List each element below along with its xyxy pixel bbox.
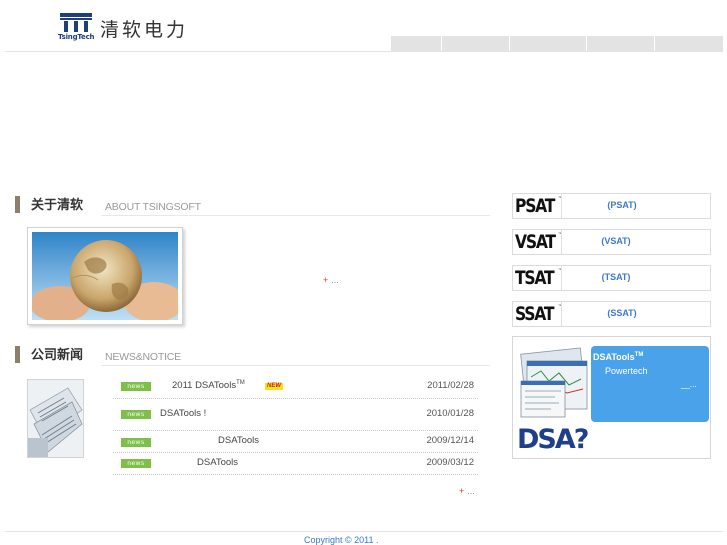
section-marker bbox=[15, 346, 20, 363]
news-title: DSATools bbox=[218, 435, 260, 446]
more-text: ... bbox=[331, 275, 339, 285]
new-badge-icon: NEW bbox=[265, 383, 283, 390]
product-vsat-link[interactable]: VSAT ™ (VSAT) bbox=[512, 229, 711, 255]
section-marker bbox=[15, 196, 20, 213]
psat-logo: PSAT bbox=[515, 195, 555, 217]
product-psat-link[interactable]: PSAT ™ (PSAT) bbox=[512, 193, 711, 219]
news-title: DSATools ! bbox=[160, 408, 207, 419]
plus-icon: + bbox=[459, 486, 465, 496]
nav-item-2[interactable] bbox=[441, 36, 509, 52]
product-label: (SSAT) bbox=[607, 308, 637, 318]
main-nav bbox=[390, 36, 723, 52]
product-tsat-link[interactable]: TSAT ™ (TSAT) bbox=[512, 265, 711, 291]
about-section-header: 关于清软 ABOUT TSINGSOFT bbox=[15, 194, 490, 218]
company-name: 清软电力 bbox=[100, 19, 189, 41]
about-heading-en: ABOUT TSINGSOFT bbox=[105, 201, 201, 213]
news-more-link[interactable]: +... bbox=[459, 486, 475, 496]
dsa-subtitle: Powertech bbox=[605, 366, 648, 376]
news-item[interactable]: news DSATools 2009/12/14 bbox=[113, 431, 478, 453]
news-title: 2011 DSAToolsTM bbox=[172, 380, 245, 392]
news-item[interactable]: news DSATools 2009/03/12 bbox=[113, 453, 478, 475]
news-date: 2010/01/28 bbox=[426, 408, 474, 419]
dsatools-promo-banner[interactable]: DSA? DSAToolsTM Powertech __... bbox=[512, 336, 711, 459]
news-badge: news bbox=[121, 438, 151, 447]
dsa-more-link[interactable]: __... bbox=[681, 380, 697, 389]
header-divider bbox=[5, 51, 723, 52]
news-newspaper-image bbox=[27, 379, 84, 458]
footer-divider bbox=[5, 531, 723, 532]
news-badge: news bbox=[121, 410, 151, 419]
news-date: 2009/03/12 bbox=[426, 457, 474, 468]
software-screenshots-image bbox=[520, 347, 588, 418]
news-badge: news bbox=[121, 382, 151, 391]
tsat-logo: TSAT bbox=[515, 267, 555, 289]
about-divider bbox=[101, 215, 490, 216]
news-heading: 公司新闻 bbox=[31, 348, 84, 363]
logo-mark-text: TsingTech bbox=[58, 33, 95, 41]
news-item[interactable]: news 2011 DSAToolsTM NEW 2011/02/28 bbox=[113, 377, 478, 399]
copyright-text: Copyright © 2011 . bbox=[304, 535, 379, 545]
news-divider bbox=[101, 365, 490, 366]
dsa-title: DSAToolsTM bbox=[593, 352, 644, 362]
news-title: DSATools bbox=[197, 457, 239, 468]
news-date: 2011/02/28 bbox=[427, 380, 474, 391]
nav-item-3[interactable] bbox=[509, 36, 586, 52]
product-label: (VSAT) bbox=[601, 236, 631, 246]
product-label: (TSAT) bbox=[601, 272, 631, 282]
nav-item-4[interactable] bbox=[586, 36, 654, 52]
nav-item-5[interactable] bbox=[654, 36, 723, 52]
news-badge: news bbox=[121, 459, 151, 468]
vsat-logo: VSAT bbox=[515, 231, 556, 253]
ssat-logo: SSAT bbox=[515, 303, 555, 325]
about-heading: 关于清软 bbox=[31, 198, 84, 213]
news-heading-en: NEWS&NOTICE bbox=[105, 351, 181, 363]
plus-icon: + bbox=[323, 275, 329, 285]
news-item[interactable]: news DSATools ! 2010/01/28 bbox=[113, 403, 478, 431]
product-ssat-link[interactable]: SSAT ™ (SSAT) bbox=[512, 301, 711, 327]
product-label: (PSAT) bbox=[607, 200, 637, 210]
nav-item-1[interactable] bbox=[390, 36, 441, 52]
about-globe-image bbox=[27, 227, 183, 325]
news-section-header: 公司新闻 NEWS&NOTICE bbox=[15, 344, 490, 368]
news-date: 2009/12/14 bbox=[426, 435, 474, 446]
more-text: ... bbox=[467, 486, 475, 496]
dsa-info-panel: DSAToolsTM Powertech __... bbox=[591, 346, 709, 422]
dsa-logo-text: DSA? bbox=[517, 424, 589, 455]
about-more-link[interactable]: +... bbox=[323, 275, 339, 285]
company-logo[interactable]: TsingTech 清软电力 bbox=[58, 12, 198, 44]
